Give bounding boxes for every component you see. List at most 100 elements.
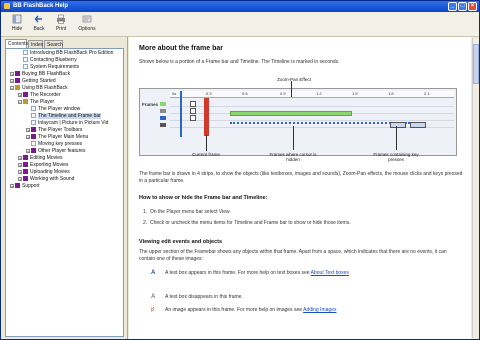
tree-item[interactable]: + Editing Movies bbox=[18, 155, 63, 162]
expand-toggle-icon[interactable]: + bbox=[18, 162, 22, 167]
annotation-line bbox=[291, 81, 292, 97]
timeline-ruler: 0s 0.3 0.6 0.9 1.2 1.5 1.8 2.1 bbox=[170, 91, 454, 98]
book-icon bbox=[23, 162, 28, 168]
book-icon bbox=[23, 169, 28, 175]
tab-index[interactable]: Index bbox=[28, 40, 43, 48]
print-button[interactable]: Print bbox=[51, 14, 71, 32]
frame-object-box bbox=[190, 108, 196, 114]
show-hide-heading: How to show or hide the Frame bar and Ti… bbox=[139, 195, 268, 201]
tree-item[interactable]: + Other Player features bbox=[26, 148, 86, 155]
scrollbar-thumb[interactable] bbox=[473, 44, 479, 84]
tree-item[interactable]: Inlaycam | Picture in Picture Vid bbox=[26, 120, 108, 127]
page-icon bbox=[23, 50, 28, 56]
page-title: More about the frame bar bbox=[139, 45, 224, 52]
key-press-box bbox=[390, 122, 406, 128]
expand-toggle-icon[interactable]: + bbox=[18, 92, 22, 97]
book-icon bbox=[23, 92, 28, 98]
tree-item[interactable]: + Buying BB FlashBack bbox=[10, 71, 70, 78]
collapse-toggle-icon[interactable]: − bbox=[10, 85, 14, 90]
textbox-disappear-text: A text box disappears in this frame. bbox=[165, 294, 243, 300]
contents-tree: Introducing BB FlashBack Pro Edition Cont… bbox=[5, 48, 124, 337]
expand-toggle-icon[interactable]: + bbox=[18, 176, 22, 181]
tab-search[interactable]: Search bbox=[44, 40, 63, 48]
cursor-hidden-annotation: Frames where cursor is hidden bbox=[269, 152, 317, 162]
tree-item[interactable]: + The Player Toolbars bbox=[26, 127, 82, 134]
tree-item[interactable]: + Uploading Movies bbox=[18, 169, 70, 176]
tree-item[interactable]: The Timeline and Frame bar bbox=[26, 113, 101, 120]
tree-item[interactable]: System Requirements bbox=[18, 64, 79, 71]
page-icon bbox=[23, 64, 28, 70]
tree-item-label: System Requirements bbox=[30, 64, 80, 70]
back-icon bbox=[34, 15, 42, 23]
textbox-disappear-symbol: A bbox=[151, 294, 156, 300]
options-icon bbox=[82, 15, 92, 23]
ruler-tick: 1.2 bbox=[316, 91, 322, 96]
page-icon bbox=[31, 106, 36, 112]
mouse-row-icon bbox=[160, 116, 166, 120]
collapse-toggle-icon[interactable]: − bbox=[18, 99, 22, 104]
tree-item[interactable]: − Using BB FlashBack bbox=[10, 85, 68, 92]
key-presses-annotation: Frames containing key presses bbox=[373, 152, 419, 162]
frames-label: Frames bbox=[142, 102, 159, 107]
ruler-tick: 0.6 bbox=[242, 91, 248, 96]
playhead-marker[interactable] bbox=[180, 91, 182, 137]
ruler-tick: 0.9 bbox=[280, 91, 286, 96]
expand-toggle-icon[interactable]: + bbox=[26, 127, 30, 132]
expand-toggle-icon[interactable]: + bbox=[26, 134, 30, 139]
textbox-appear-text: A text box appears in this frame. For mo… bbox=[165, 270, 349, 276]
page-icon bbox=[31, 113, 36, 119]
tree-item[interactable]: + Getting Started bbox=[10, 78, 56, 85]
maximize-button[interactable]: □ bbox=[458, 2, 467, 11]
step-1: 1. On the Player menu bar select View. bbox=[143, 209, 231, 215]
tab-contents[interactable]: Contents bbox=[5, 39, 28, 48]
annotation-line bbox=[293, 126, 294, 150]
frame-object-box bbox=[190, 101, 196, 107]
book-icon bbox=[31, 148, 36, 154]
tree-item[interactable]: + Working with Sound bbox=[18, 176, 74, 183]
content-scrollbar[interactable] bbox=[472, 38, 479, 338]
ruler-tick: 0.3 bbox=[206, 91, 212, 96]
tree-item[interactable]: Contacting Blueberry bbox=[18, 57, 77, 64]
expand-toggle-icon[interactable]: + bbox=[18, 169, 22, 174]
back-button[interactable]: Back bbox=[29, 14, 49, 32]
about-text-boxes-link[interactable]: About Text boxes bbox=[311, 270, 349, 276]
hide-button[interactable]: Hide bbox=[7, 14, 27, 32]
tree-item[interactable]: + Support bbox=[10, 183, 40, 190]
zoom-row-icon bbox=[160, 109, 166, 113]
expand-toggle-icon[interactable]: + bbox=[10, 71, 14, 76]
topic-content: More about the frame bar Shown below is … bbox=[129, 37, 471, 339]
tree-item[interactable]: + Exporting Movies bbox=[18, 162, 68, 169]
book-icon bbox=[15, 183, 20, 189]
tree-item[interactable]: Introducing BB FlashBack Pro Edition bbox=[18, 50, 113, 57]
tree-item[interactable]: − The Player bbox=[18, 99, 54, 106]
ruler-tick: 1.8 bbox=[388, 91, 394, 96]
title-bar[interactable]: BB FlashBack Help _ □ × bbox=[1, 1, 479, 12]
adding-images-link[interactable]: Adding Images bbox=[303, 307, 336, 313]
image-appear-symbol: ♯ bbox=[151, 307, 154, 313]
options-button[interactable]: Options bbox=[77, 14, 97, 32]
book-icon bbox=[31, 127, 36, 133]
tree-item-label: Buying BB FlashBack bbox=[22, 71, 71, 77]
tree-item[interactable]: + The Recorder bbox=[18, 92, 61, 99]
ruler-tick: 0s bbox=[172, 91, 177, 96]
print-icon bbox=[57, 14, 65, 24]
open-book-icon bbox=[23, 99, 28, 105]
expand-toggle-icon[interactable]: + bbox=[18, 155, 22, 160]
minimize-button[interactable]: _ bbox=[448, 2, 457, 11]
tree-item-label: Working with Sound bbox=[30, 176, 75, 182]
page-icon bbox=[31, 120, 36, 126]
tree-item-label: Editing Movies bbox=[30, 155, 63, 161]
toolbar: Hide Back Print Options bbox=[1, 12, 479, 37]
tree-item-label: Other Player features bbox=[38, 148, 86, 154]
expand-toggle-icon[interactable]: + bbox=[10, 183, 14, 188]
tree-item-label: Support bbox=[22, 183, 40, 189]
tree-item[interactable]: + The Player Main Menu bbox=[26, 134, 88, 141]
tree-item[interactable]: The Player window bbox=[26, 106, 80, 113]
book-icon bbox=[15, 78, 20, 84]
close-button[interactable]: × bbox=[468, 2, 477, 11]
tree-item-label: The Player window bbox=[38, 106, 81, 112]
tree-item[interactable]: Moving key presses bbox=[26, 141, 82, 148]
expand-toggle-icon[interactable]: + bbox=[10, 78, 14, 83]
help-window: BB FlashBack Help _ □ × Hide Back Print … bbox=[0, 0, 480, 340]
expand-toggle-icon[interactable]: + bbox=[26, 148, 30, 153]
